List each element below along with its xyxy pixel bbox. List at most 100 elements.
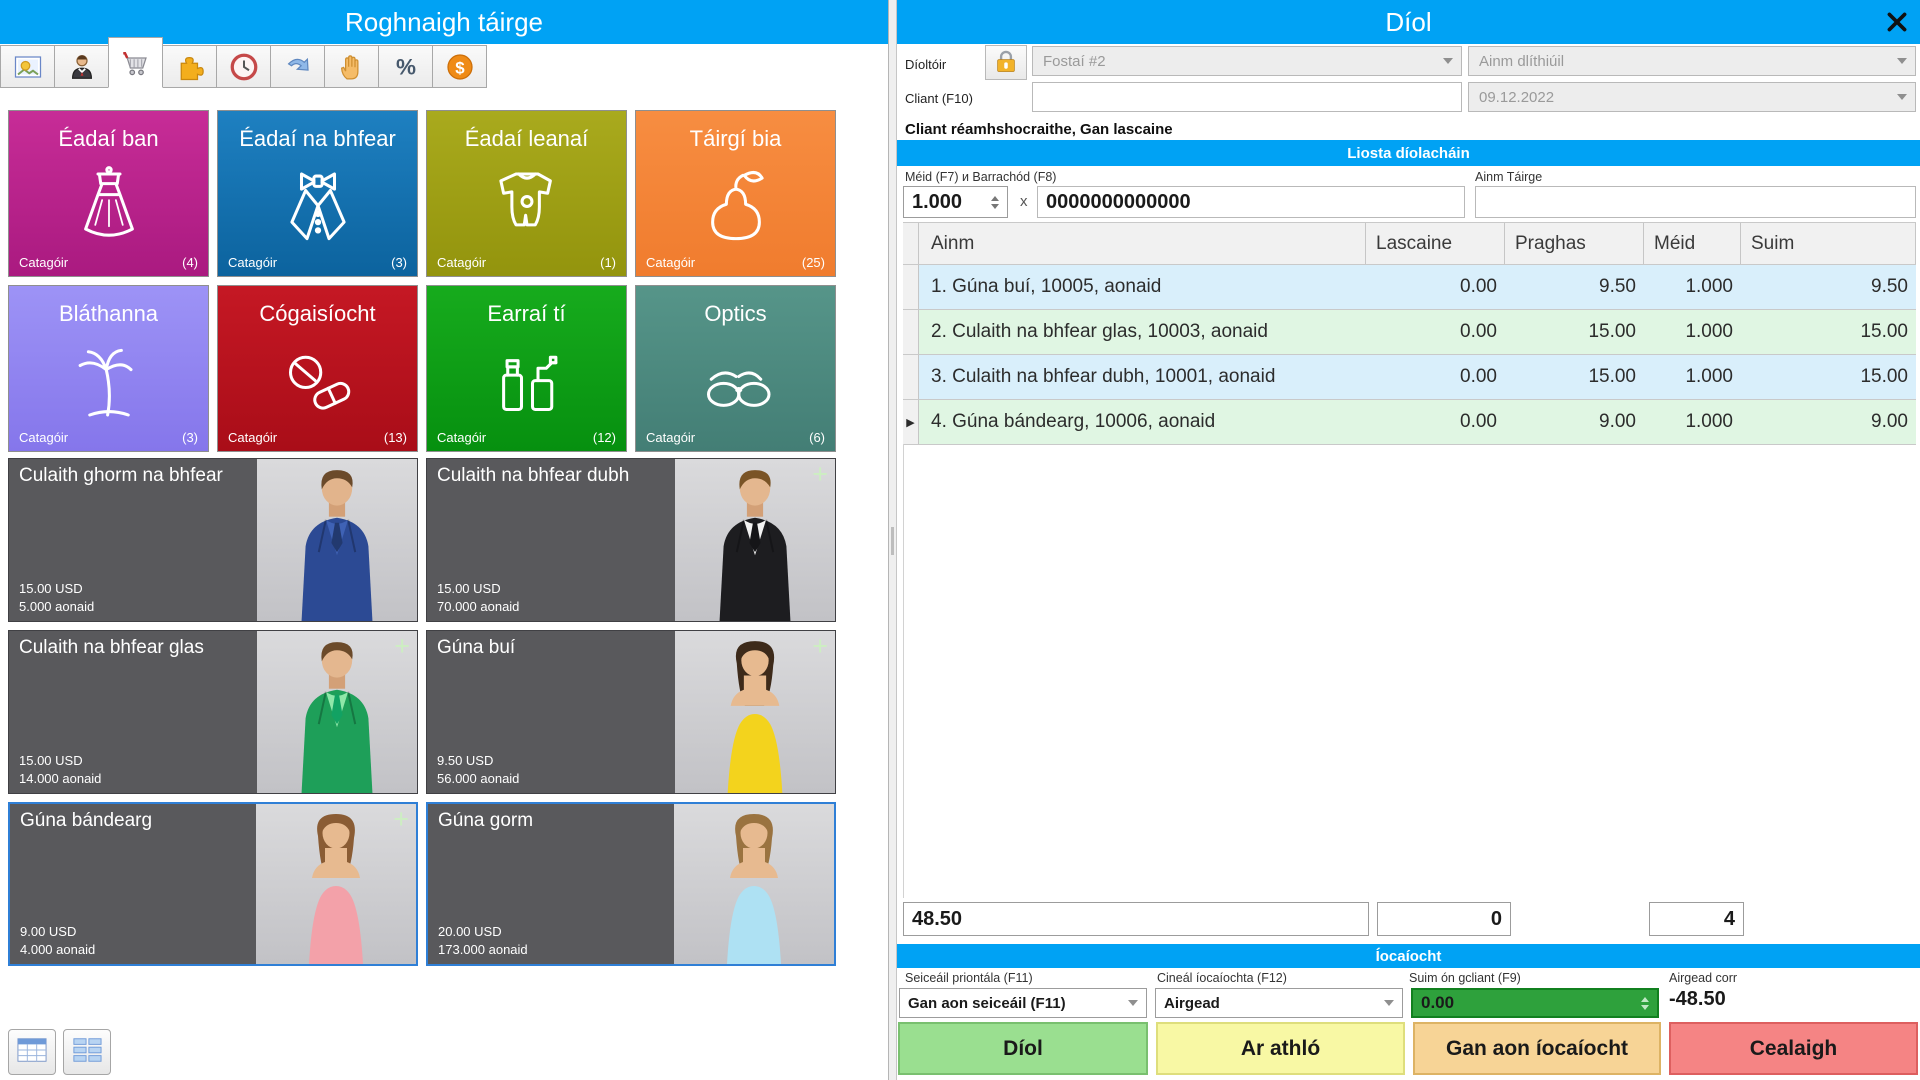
product-stock: 5.000 aonaid xyxy=(19,599,95,614)
barcode-input[interactable]: 0000000000000 xyxy=(1037,186,1465,218)
column-header-me-id[interactable]: Méid xyxy=(1644,223,1741,264)
cealaigh-button[interactable]: Cealaigh xyxy=(1669,1022,1918,1075)
client-sum-value: 0.00 xyxy=(1421,993,1455,1012)
product-grid: Culaith ghorm na bhfear 15.00 USD 5.000 ao… xyxy=(8,458,836,966)
category-grid: Éadaí ban Catagóir (4) Éadaí na bhfear Catag… xyxy=(8,110,836,452)
puzzle-tab[interactable] xyxy=(162,45,217,88)
cell-lascaine: 0.00 xyxy=(1366,310,1505,354)
product-stock: 4.000 aonaid xyxy=(20,942,96,957)
category-tile-ta-irgi-bia[interactable]: Táirgí bia Catagóir (25) xyxy=(635,110,836,277)
legal-name-select[interactable]: Ainm dlíthiúil xyxy=(1468,46,1916,76)
total-items-box[interactable]: 4 xyxy=(1649,902,1744,936)
cell-praghas: 9.00 xyxy=(1505,400,1644,444)
cell-praghas: 15.00 xyxy=(1505,355,1644,399)
seller-value: Fostaí #2 xyxy=(1043,52,1106,70)
client-sum-spinner-icon[interactable] xyxy=(1641,996,1649,1010)
category-tile-optics[interactable]: Optics Catagóir (6) xyxy=(635,285,836,452)
row-indicator xyxy=(903,265,919,309)
cell-suim: 9.00 xyxy=(1741,400,1916,444)
client-sum-label: Suim ón gcliant (F9) xyxy=(1409,971,1521,985)
product-tile-gu-na-bui[interactable]: Gúna buí +9.50 USD 56.000 aonaid xyxy=(426,630,836,794)
product-stock: 70.000 aonaid xyxy=(437,599,520,614)
ar-athlo-button[interactable]: Ar athló xyxy=(1156,1022,1405,1075)
category-count: (13) xyxy=(383,430,407,445)
category-title: Éadaí ban xyxy=(58,126,159,151)
total-discount-box[interactable]: 0 xyxy=(1377,902,1511,936)
image-tab[interactable] xyxy=(0,45,55,88)
client-input[interactable] xyxy=(1032,82,1462,112)
category-tile-e-adai-ban[interactable]: Éadaí ban Catagóir (4) xyxy=(8,110,209,277)
redo-arrow-icon xyxy=(283,52,313,82)
product-tile-culaith-na-bhfear-glas[interactable]: Culaith na bhfear glas +15.00 USD 14.000 a… xyxy=(8,630,418,794)
sale-panel-title: Díol xyxy=(1385,6,1432,37)
product-tile-gu-na-ba-ndearg[interactable]: Gúna bándearg +9.00 USD 4.000 aonaid xyxy=(8,802,418,966)
cart-icon xyxy=(121,48,151,78)
cart-tab[interactable] xyxy=(108,37,163,88)
category-tile-e-adai-leanai[interactable]: Éadaí leanaí Catagóir (1) xyxy=(426,110,627,277)
view-toggle-group xyxy=(8,1029,111,1075)
category-kind-label: Catagóir xyxy=(19,430,69,445)
panel-splitter[interactable] xyxy=(889,0,897,1080)
product-title: Gúna bándearg xyxy=(20,810,153,831)
category-tile-e-adai-na-bhfear[interactable]: Éadaí na bhfear Catagóir (3) xyxy=(217,110,418,277)
di-ol-button[interactable]: Díol xyxy=(898,1022,1148,1075)
category-tile-co-gaisi-ocht[interactable]: Cógaisíocht Catagóir (13) xyxy=(217,285,418,452)
category-kind-label: Catagóir xyxy=(646,255,696,270)
product-tile-culaith-na-bhfear-dubh[interactable]: Culaith na bhfear dubh +15.00 USD 70.000 a… xyxy=(426,458,836,622)
category-count: (1) xyxy=(600,255,616,270)
hand-tab[interactable] xyxy=(324,45,379,88)
category-kind-label: Catagóir xyxy=(19,255,69,270)
table-row[interactable]: 2. Culaith na bhfear glas, 10003, aonaid… xyxy=(903,310,1916,355)
category-tile-earrai-ti[interactable]: Earraí tí Catagóir (12) xyxy=(426,285,627,452)
table-view-button[interactable] xyxy=(8,1029,56,1075)
payment-type-select[interactable]: Airgead xyxy=(1155,988,1403,1018)
column-header-suim[interactable]: Suim xyxy=(1741,223,1916,264)
column-header-ainm[interactable]: Ainm xyxy=(919,223,1366,264)
table-view-icon xyxy=(15,1035,49,1070)
redo-arrow-tab[interactable] xyxy=(270,45,325,88)
percent-tab[interactable]: % xyxy=(378,45,433,88)
category-title: Bláthanna xyxy=(58,301,159,326)
cell-meid: 1.000 xyxy=(1644,310,1741,354)
person-tab[interactable] xyxy=(54,45,109,88)
category-title: Earraí tí xyxy=(487,301,566,326)
total-sum-box[interactable]: 48.50 xyxy=(903,902,1369,936)
category-count: (6) xyxy=(809,430,825,445)
product-select-panel: Roghnaigh táirge % $ Éadaí ban Catagóir (4)… xyxy=(0,0,889,1080)
cell-ainm: 3. Culaith na bhfear dubh, 10001, aonaid xyxy=(919,355,1366,399)
legal-name-value: Ainm dlíthiúil xyxy=(1479,52,1565,70)
product-tile-gu-na-gorm[interactable]: Gúna gorm 20.00 USD 173.000 aonaid xyxy=(426,802,836,966)
table-row[interactable]: 1. Gúna buí, 10005, aonaid 0.00 9.50 1.000 9… xyxy=(903,265,1916,310)
quantity-spinner-icon[interactable] xyxy=(991,195,999,209)
category-kind-label: Catagóir xyxy=(228,255,278,270)
cell-lascaine: 0.00 xyxy=(1366,400,1505,444)
product-tile-culaith-ghorm-na-bhfear[interactable]: Culaith ghorm na bhfear 15.00 USD 5.000 ao… xyxy=(8,458,418,622)
cell-ainm: 2. Culaith na bhfear glas, 10003, aonaid xyxy=(919,310,1366,354)
dollar-tab[interactable]: $ xyxy=(432,45,487,88)
category-title: Éadaí na bhfear xyxy=(239,126,396,151)
row-indicator: ▶ xyxy=(903,400,919,444)
lock-button[interactable] xyxy=(985,45,1027,80)
product-name-input[interactable] xyxy=(1475,186,1916,218)
glasses-icon xyxy=(692,338,780,431)
column-header-praghas[interactable]: Praghas xyxy=(1505,223,1644,264)
seller-select[interactable]: Fostaí #2 xyxy=(1032,46,1462,76)
table-row[interactable]: ▶ 4. Gúna bándearg, 10006, aonaid 0.00 9.00… xyxy=(903,400,1916,445)
product-title: Gúna gorm xyxy=(438,810,534,831)
product-title: Culaith na bhfear dubh xyxy=(437,465,630,486)
quantity-stepper[interactable]: 1.000 xyxy=(903,186,1008,218)
clock-tab[interactable] xyxy=(216,45,271,88)
total-sum-value: 48.50 xyxy=(912,907,963,930)
table-row[interactable]: 3. Culaith na bhfear dubh, 10001, aonaid… xyxy=(903,355,1916,400)
column-header-lascaine[interactable]: Lascaine xyxy=(1366,223,1505,264)
client-sum-input[interactable]: 0.00 xyxy=(1411,988,1659,1018)
date-select[interactable]: 09.12.2022 xyxy=(1468,82,1916,112)
product-photo xyxy=(674,804,834,964)
client-label: Cliant (F10) xyxy=(905,91,973,106)
print-check-label: Seiceáil priontála (F11) xyxy=(905,971,1033,985)
close-icon[interactable] xyxy=(1882,7,1912,37)
category-tile-bla-thanna[interactable]: Bláthanna Catagóir (3) xyxy=(8,285,209,452)
grid-view-button[interactable] xyxy=(63,1029,111,1075)
gan-aon-i-ocai-ocht-button[interactable]: Gan aon íocaíocht xyxy=(1413,1022,1661,1075)
print-check-select[interactable]: Gan aon seiceáil (F11) xyxy=(899,988,1147,1018)
